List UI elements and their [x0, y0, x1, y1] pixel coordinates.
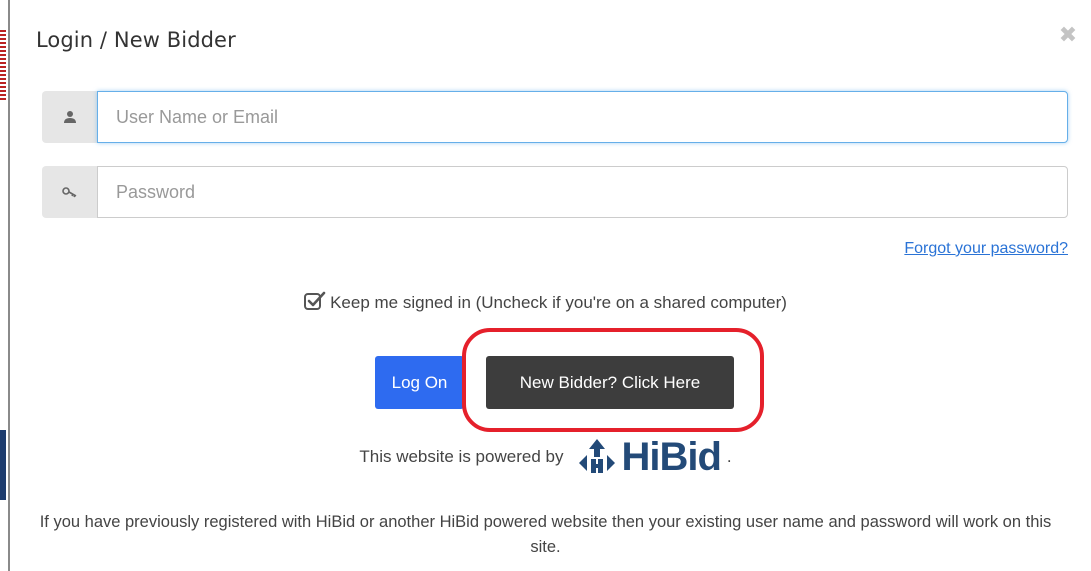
log-on-button[interactable]: Log On: [375, 356, 464, 409]
keep-signed-in-label[interactable]: Keep me signed in (Uncheck if you're on …: [330, 293, 787, 312]
background-stripe: [0, 30, 6, 100]
close-icon[interactable]: ✖: [1058, 24, 1078, 48]
username-input[interactable]: [97, 91, 1068, 143]
new-bidder-button[interactable]: New Bidder? Click Here: [486, 356, 734, 409]
user-icon: [42, 91, 98, 143]
hibid-logo-text: HiBid: [621, 434, 721, 479]
hibid-logo: HiBid: [577, 434, 722, 480]
background-page-edge: [0, 0, 10, 571]
trailing-period: .: [726, 447, 732, 466]
powered-by-text: This website is powered by: [359, 447, 564, 466]
key-icon: [42, 166, 98, 218]
keep-signed-in-row: Keep me signed in (Uncheck if you're on …: [0, 291, 1091, 316]
info-text: If you have previously registered with H…: [39, 513, 1052, 556]
modal-title: Login / New Bidder: [36, 28, 236, 52]
password-input[interactable]: [97, 166, 1068, 218]
checkbox-checked-icon[interactable]: [304, 291, 326, 316]
password-group: [42, 166, 1068, 218]
forgot-password-link[interactable]: Forgot your password?: [904, 240, 1068, 258]
hibid-logo-icon: [579, 439, 616, 473]
powered-by-row: This website is powered by HiBid .: [0, 432, 1091, 482]
username-group: [42, 91, 1068, 143]
